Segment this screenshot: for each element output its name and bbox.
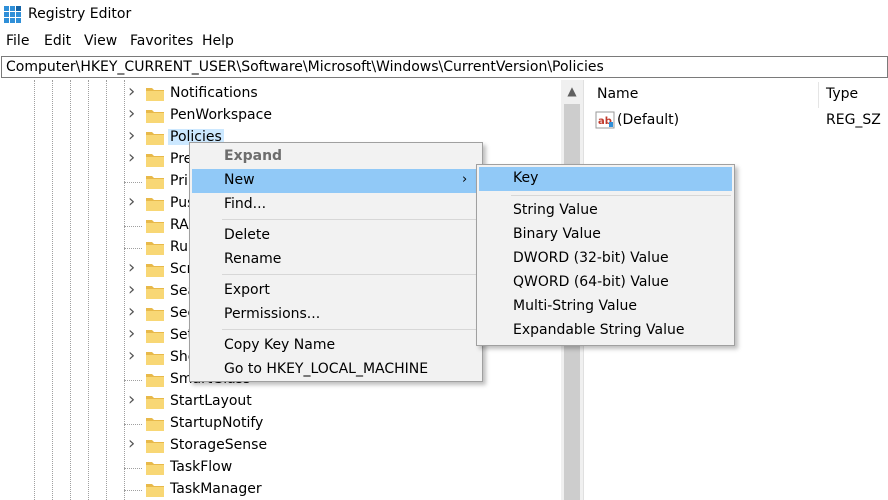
tree-connector xyxy=(124,182,142,183)
folder-icon xyxy=(146,154,164,167)
string-value-icon: ab xyxy=(595,111,615,129)
menu-bar: File Edit View Favorites Help xyxy=(0,30,888,54)
menu-item-copy-key-name[interactable]: Copy Key Name xyxy=(192,334,480,358)
folder-icon xyxy=(146,176,164,189)
menu-file[interactable]: File xyxy=(6,33,29,49)
tree-item-label: RA xyxy=(170,217,189,233)
expand-chevron-icon[interactable]: › xyxy=(128,433,140,454)
menu-item-rename[interactable]: Rename xyxy=(192,248,480,272)
tree-connector xyxy=(124,424,142,425)
menu-item-find[interactable]: Find... xyxy=(192,193,480,217)
submenu-item-multi-string[interactable]: Multi-String Value xyxy=(479,295,732,319)
tree-item-label: StartLayout xyxy=(170,393,252,409)
folder-icon xyxy=(146,462,164,475)
menu-favorites[interactable]: Favorites xyxy=(130,33,193,49)
folder-icon xyxy=(146,484,164,497)
folder-icon xyxy=(146,264,164,277)
tree-item-label: TaskManager xyxy=(170,481,262,497)
folder-icon xyxy=(146,330,164,343)
menu-item-export[interactable]: Export xyxy=(192,279,480,303)
menu-help[interactable]: Help xyxy=(202,33,234,49)
expand-chevron-icon[interactable]: › xyxy=(128,301,140,322)
folder-icon xyxy=(146,220,164,233)
expand-chevron-icon[interactable]: › xyxy=(128,191,140,212)
window-title: Registry Editor xyxy=(28,6,132,22)
tree-item-label: Pri xyxy=(170,173,188,189)
tree-item-label: Notifications xyxy=(170,85,258,101)
submenu-item-binary-value[interactable]: Binary Value xyxy=(479,223,732,247)
tree-item[interactable]: TaskFlow xyxy=(0,457,560,479)
menu-item-delete[interactable]: Delete xyxy=(192,224,480,248)
expand-chevron-icon[interactable]: › xyxy=(128,257,140,278)
folder-icon xyxy=(146,374,164,387)
tree-item[interactable]: › StartLayout xyxy=(0,389,560,413)
folder-icon xyxy=(146,286,164,299)
folder-icon xyxy=(146,132,164,145)
folder-icon xyxy=(146,198,164,211)
folder-icon xyxy=(146,110,164,123)
tree-item-label: TaskFlow xyxy=(170,459,233,475)
menu-separator xyxy=(511,195,731,196)
submenu-item-key[interactable]: Key xyxy=(479,167,732,191)
folder-icon xyxy=(146,440,164,453)
expand-chevron-icon[interactable]: › xyxy=(128,147,140,168)
menu-item-expand[interactable]: Expand xyxy=(192,145,480,169)
menu-view[interactable]: View xyxy=(84,33,117,49)
tree-item-label: Ru xyxy=(170,239,188,255)
expand-chevron-icon[interactable]: › xyxy=(128,389,140,410)
expand-chevron-icon[interactable]: › xyxy=(128,323,140,344)
address-bar[interactable]: Computer\HKEY_CURRENT_USER\Software\Micr… xyxy=(1,56,888,78)
expand-chevron-icon[interactable]: › xyxy=(128,81,140,102)
tree-connector xyxy=(124,490,142,491)
tree-item-label: PenWorkspace xyxy=(170,107,272,123)
tree-item[interactable]: › StorageSense xyxy=(0,433,560,457)
tree-connector xyxy=(124,468,142,469)
submenu-item-qword[interactable]: QWORD (64-bit) Value xyxy=(479,271,732,295)
menu-edit[interactable]: Edit xyxy=(44,33,71,49)
folder-icon xyxy=(146,88,164,101)
new-submenu: Key String Value Binary Value DWORD (32-… xyxy=(476,164,735,346)
column-header-type[interactable]: Type xyxy=(826,86,858,102)
expand-chevron-icon[interactable]: › xyxy=(128,103,140,124)
tree-item-label: StorageSense xyxy=(170,437,268,453)
menu-item-goto-hklm[interactable]: Go to HKEY_LOCAL_MACHINE xyxy=(192,358,480,382)
folder-icon xyxy=(146,418,164,431)
submenu-item-dword[interactable]: DWORD (32-bit) Value xyxy=(479,247,732,271)
tree-connector xyxy=(124,380,142,381)
menu-item-new[interactable]: New › xyxy=(192,169,480,193)
menu-separator xyxy=(222,219,480,220)
tree-connector xyxy=(124,248,142,249)
tree-item[interactable]: TaskManager xyxy=(0,479,560,500)
tree-item-label: StartupNotify xyxy=(170,415,264,431)
folder-icon xyxy=(146,396,164,409)
value-name[interactable]: (Default) xyxy=(617,112,679,128)
column-header-name[interactable]: Name xyxy=(597,86,638,102)
submenu-arrow-icon: › xyxy=(462,172,468,187)
tree-item[interactable]: StartupNotify xyxy=(0,413,560,435)
folder-icon xyxy=(146,352,164,365)
address-path[interactable]: Computer\HKEY_CURRENT_USER\Software\Micr… xyxy=(6,59,604,75)
expand-chevron-icon[interactable]: › xyxy=(128,345,140,366)
tree-item[interactable]: › PenWorkspace xyxy=(0,103,560,127)
value-type: REG_SZ xyxy=(826,112,881,128)
tree-item[interactable]: › Notifications xyxy=(0,81,560,105)
menu-separator xyxy=(222,274,480,275)
submenu-item-expandable-string[interactable]: Expandable String Value xyxy=(479,319,732,343)
title-bar: Registry Editor xyxy=(0,0,888,30)
folder-icon xyxy=(146,308,164,321)
menu-item-permissions[interactable]: Permissions... xyxy=(192,303,480,327)
tree-connector xyxy=(124,226,142,227)
expand-chevron-icon[interactable]: › xyxy=(128,125,140,146)
menu-separator xyxy=(222,329,480,330)
submenu-item-string-value[interactable]: String Value xyxy=(479,199,732,223)
registry-editor-icon xyxy=(4,6,21,23)
context-menu: Expand New › Find... Delete Rename Expor… xyxy=(189,142,483,382)
folder-icon xyxy=(146,242,164,255)
scroll-up-arrow-icon[interactable]: ▲ xyxy=(561,80,583,102)
expand-chevron-icon[interactable]: › xyxy=(128,279,140,300)
column-divider[interactable] xyxy=(818,82,819,108)
